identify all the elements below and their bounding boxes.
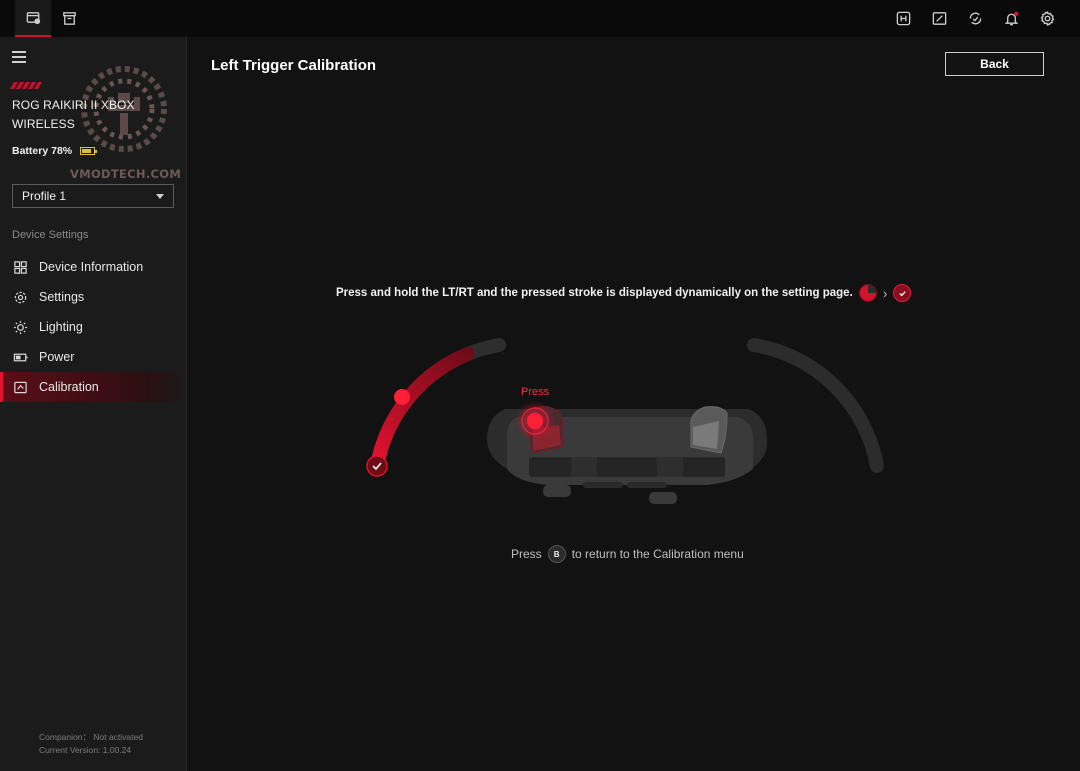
right-trigger-track (747, 338, 884, 473)
press-point (527, 413, 543, 429)
grid-icon (14, 260, 27, 274)
b-button-icon: B (547, 545, 566, 563)
sidebar-item-label: Power (39, 350, 75, 364)
notification-bell-icon[interactable] (993, 0, 1029, 37)
rog-logo (9, 82, 43, 89)
sidebar-item-label: Calibration (39, 380, 99, 394)
return-hint: Press B to return to the Calibration men… (511, 545, 744, 563)
left-trigger-stroke-fill (370, 338, 506, 473)
battery-charging-icon (80, 147, 98, 155)
sidebar-item-label: Lighting (39, 320, 83, 334)
gear-icon (14, 291, 27, 303)
chevron-down-icon (156, 194, 164, 199)
page-title: Left Trigger Calibration (211, 57, 377, 74)
sidebar-item-settings[interactable]: Settings (0, 282, 186, 312)
battery-label: Battery 78% (12, 145, 73, 157)
press-glow (515, 401, 555, 441)
device-icon[interactable] (15, 0, 51, 37)
top-bar (0, 0, 1080, 37)
left-trigger-track (370, 338, 506, 473)
battery-icon (13, 353, 28, 361)
main-panel: Left Trigger Calibration Back Press and … (187, 37, 1080, 771)
controller-illustration (487, 401, 768, 504)
menu-toggle-icon[interactable] (12, 51, 26, 63)
edit-screen-icon[interactable] (921, 0, 957, 37)
profile-selected-value: Profile 1 (22, 189, 67, 203)
sidebar-item-lighting[interactable]: Lighting (0, 312, 186, 342)
settings-gear-icon[interactable] (1029, 0, 1065, 37)
h-badge-icon[interactable] (885, 0, 921, 37)
sync-icon[interactable] (957, 0, 993, 37)
back-button[interactable]: Back (945, 52, 1044, 76)
current-version: Current Version: 1.00.24 (39, 745, 132, 755)
return-prefix: Press (511, 547, 542, 561)
sidebar-nav: Device Information Settings Lighting Pow… (0, 252, 186, 402)
calibration-visual (366, 338, 884, 504)
sidebar-item-label: Settings (39, 290, 85, 304)
section-label: Device Settings (12, 229, 89, 241)
done-check-icon (893, 284, 912, 302)
press-label: Press (521, 386, 550, 398)
sidebar-item-power[interactable]: Power (0, 342, 186, 372)
calibration-icon (14, 381, 27, 393)
pressing-progress-icon (859, 284, 877, 302)
left-trigger-handle (394, 389, 410, 405)
sidebar-item-device-information[interactable]: Device Information (0, 252, 186, 282)
sidebar: VMODTECH.COM ROG RAIKIRI II XBOX WIRELES… (0, 37, 187, 771)
instruction-text: Press and hold the LT/RT and the pressed… (336, 287, 853, 299)
companion-status: Companion： Not activated (39, 732, 143, 742)
sun-icon (13, 320, 28, 334)
left-trigger-start-check (366, 455, 388, 477)
sidebar-item-label: Device Information (39, 260, 144, 274)
chevron-right-icon: › (883, 285, 888, 301)
device-name: ROG RAIKIRI II XBOX WIRELESS (12, 98, 135, 131)
sidebar-footer: Companion： Not activated Current Version… (39, 731, 143, 757)
profile-dropdown[interactable]: Profile 1 (12, 184, 174, 208)
check-icon (372, 462, 382, 471)
return-suffix: to return to the Calibration menu (571, 547, 744, 561)
watermark-text: VMODTECH.COM (70, 167, 182, 181)
battery-status: Battery 78% (12, 145, 98, 157)
calibration-progress: › (859, 284, 912, 302)
store-icon[interactable] (51, 0, 87, 37)
sidebar-item-calibration[interactable]: Calibration (0, 372, 186, 402)
